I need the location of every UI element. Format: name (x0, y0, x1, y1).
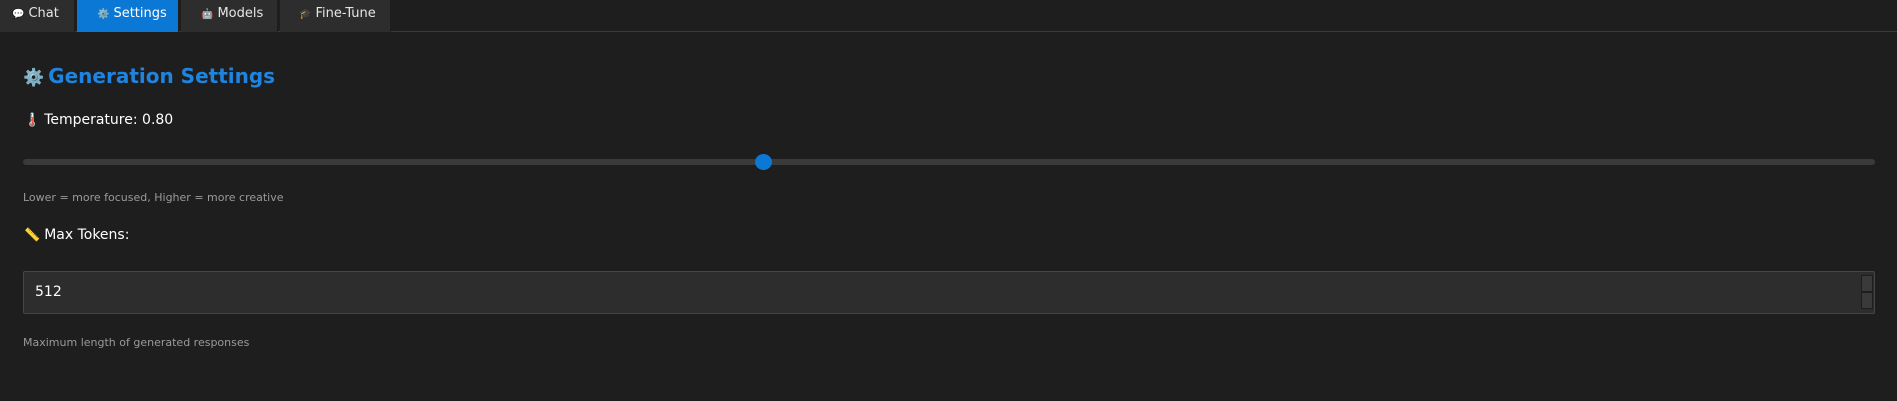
ruler-icon: 📏 (24, 228, 41, 243)
tab-models-label: Models (217, 6, 264, 21)
tab-models[interactable]: 🤖 Models (181, 0, 278, 32)
section-title-text: Generation Settings (48, 64, 276, 88)
tab-chat-label: Chat (28, 6, 59, 21)
tab-settings[interactable]: ⚙️ Settings (77, 0, 179, 32)
tab-settings-label: Settings (113, 6, 167, 21)
thermometer-icon: 🌡️ (24, 113, 41, 128)
tab-fine-tune-label: Fine-Tune (315, 6, 376, 21)
tab-chat[interactable]: 💬 Chat (0, 0, 75, 32)
graduation-cap-icon: 🎓 (299, 9, 312, 20)
temperature-label-text: Temperature: 0.80 (44, 112, 174, 128)
temperature-label: 🌡️ Temperature: 0.80 (24, 112, 173, 128)
robot-icon: 🤖 (201, 9, 214, 20)
section-title: ⚙️ Generation Settings (23, 64, 275, 88)
gear-icon: ⚙️ (97, 9, 110, 20)
gear-icon: ⚙️ (23, 68, 45, 88)
max-tokens-hint: Maximum length of generated responses (23, 336, 250, 349)
temperature-slider-thumb[interactable] (755, 154, 773, 170)
number-spinner (1861, 275, 1873, 311)
max-tokens-input[interactable]: 512 (23, 271, 1875, 314)
spinner-up-button[interactable] (1861, 275, 1873, 292)
max-tokens-label: 📏 Max Tokens: (24, 227, 129, 243)
temperature-hint: Lower = more focused, Higher = more crea… (23, 191, 284, 204)
tab-bar: 💬 Chat ⚙️ Settings 🤖 Models 🎓 Fine-Tune (0, 0, 1897, 32)
temperature-slider-track[interactable] (23, 159, 1875, 165)
max-tokens-value: 512 (35, 284, 62, 300)
spinner-down-button[interactable] (1861, 292, 1873, 309)
speech-bubble-icon: 💬 (12, 9, 25, 20)
tab-fine-tune[interactable]: 🎓 Fine-Tune (280, 0, 391, 32)
max-tokens-label-text: Max Tokens: (44, 227, 130, 243)
